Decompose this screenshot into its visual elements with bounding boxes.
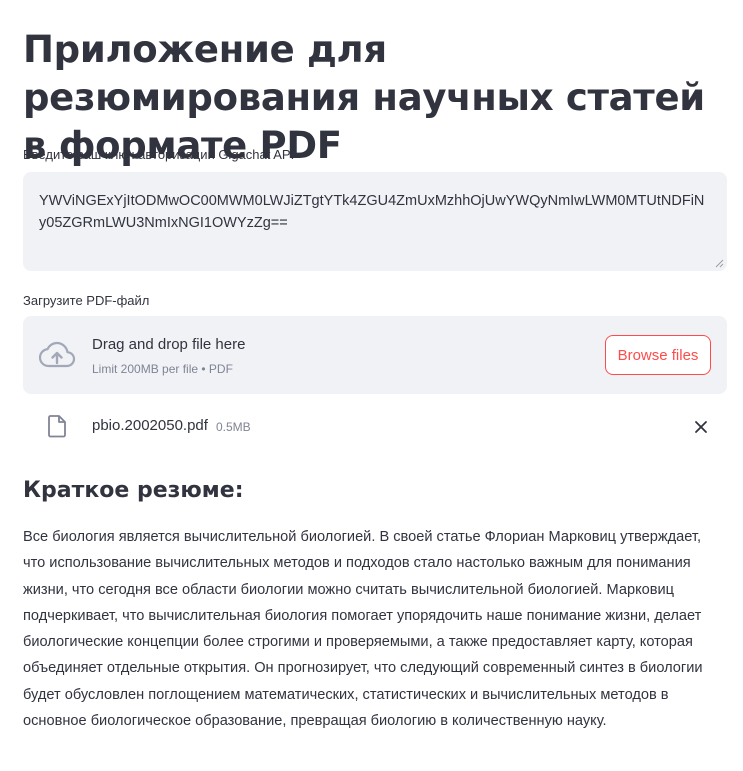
app-page: Приложение для резюмирования научных ста… bbox=[0, 0, 743, 771]
summary-heading: Краткое резюме: bbox=[23, 478, 244, 503]
api-key-input[interactable]: YWViNGExYjItODMwOC00MWM0LWJiZTgtYTk4ZGU4… bbox=[23, 172, 727, 271]
cloud-upload-icon bbox=[38, 341, 76, 368]
file-icon bbox=[48, 415, 66, 438]
pdf-upload-label: Загрузите PDF-файл bbox=[23, 293, 150, 308]
close-icon[interactable] bbox=[691, 417, 711, 437]
uploaded-file-size: 0.5MB bbox=[216, 420, 251, 434]
summary-text: Все биология является вычислительной био… bbox=[23, 529, 703, 730]
dropzone-title: Drag and drop file here bbox=[92, 336, 246, 353]
api-key-field-container: YWViNGExYjItODMwOC00MWM0LWJiZTgtYTk4ZGU4… bbox=[23, 172, 727, 271]
dropzone-limits: Limit 200MB per file • PDF bbox=[92, 362, 233, 376]
uploaded-file-name: pbio.2002050.pdf bbox=[92, 417, 208, 434]
file-dropzone[interactable]: Drag and drop file here Limit 200MB per … bbox=[23, 316, 727, 394]
browse-files-button[interactable]: Browse files bbox=[605, 335, 711, 375]
uploaded-file-row: pbio.2002050.pdf 0.5MB bbox=[23, 410, 727, 444]
api-key-label: Введите ваш ключ авторизации Gigachat AP… bbox=[23, 147, 295, 162]
resize-handle-icon[interactable] bbox=[715, 259, 724, 268]
